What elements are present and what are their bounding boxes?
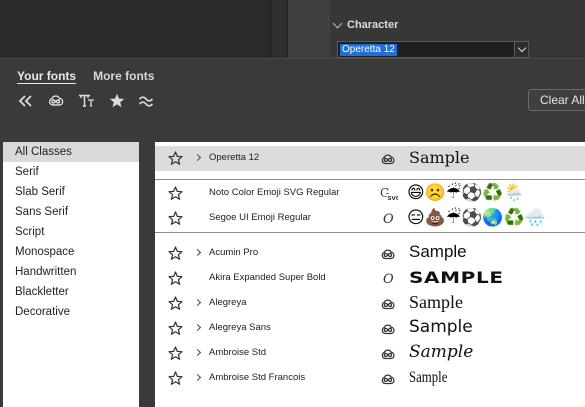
font-name: Ambroise Std Francois [209, 372, 306, 383]
opentype-svg-icon: G SVG [380, 186, 401, 202]
adobe-fonts-icon [380, 321, 396, 336]
list-gutter [139, 142, 155, 407]
font-filter-bar [18, 93, 154, 108]
font-name: Alegreya Sans [209, 322, 271, 333]
section-divider [155, 232, 585, 233]
class-item-all-classes[interactable]: All Classes [3, 142, 139, 162]
svg-text:O: O [383, 212, 394, 226]
font-name: Segoe UI Emoji Regular [209, 212, 311, 223]
font-row[interactable]: Noto Color Emoji SVG Regular G SVG 😄☹️☔⚽♻… [155, 181, 585, 206]
class-item-sans-serif[interactable]: Sans Serif [3, 202, 139, 222]
font-name: Akira Expanded Super Bold [209, 272, 326, 283]
favorite-star-icon[interactable] [168, 321, 183, 336]
font-sample: Sample [409, 317, 473, 337]
font-row[interactable]: Acumin Pro Sample [155, 241, 585, 266]
class-item-decorative[interactable]: Decorative [3, 302, 139, 322]
class-item-serif[interactable]: Serif [3, 162, 139, 182]
font-sample: Sample [409, 148, 470, 167]
opentype-icon: O [380, 211, 396, 227]
font-row[interactable]: Ambroise Std Sample [155, 341, 585, 366]
opentype-icon: O [380, 271, 396, 287]
chevron-right-icon[interactable] [193, 348, 202, 357]
favorite-star-icon[interactable] [168, 271, 183, 286]
similar-fonts-icon[interactable] [78, 94, 96, 108]
font-name: Alegreya [209, 297, 247, 308]
font-row[interactable]: Operetta 12 Sample [155, 146, 585, 171]
font-row[interactable]: Alegreya Sample [155, 291, 585, 316]
font-sample: SAMPLE [409, 268, 504, 287]
font-dropdown-button[interactable] [514, 42, 528, 57]
favorites-star-icon[interactable] [109, 93, 125, 108]
chevron-down-icon [332, 18, 343, 29]
font-family-input[interactable]: Operetta 12 [340, 44, 397, 56]
similar-shape-icon[interactable] [138, 94, 154, 108]
font-name: Noto Color Emoji SVG Regular [209, 187, 340, 198]
font-picker-popup: Your fonts More fonts Clear All All Clas… [0, 58, 585, 407]
class-item-script[interactable]: Script [3, 222, 139, 242]
character-section-header[interactable]: Character [332, 17, 399, 33]
adobe-fonts-icon [380, 346, 396, 361]
font-row[interactable]: Ambroise Std Francois Sample [155, 366, 585, 391]
chevron-right-icon[interactable] [193, 373, 202, 382]
font-row[interactable]: Akira Expanded Super Bold O SAMPLE [155, 266, 585, 291]
favorite-star-icon[interactable] [168, 246, 183, 261]
character-section-title: Character [347, 19, 399, 31]
section-divider [155, 179, 585, 180]
font-name: Operetta 12 [209, 152, 260, 163]
font-sample: Sample [409, 369, 448, 386]
chevron-right-icon[interactable] [193, 248, 202, 257]
font-row[interactable]: Alegreya Sans Sample [155, 316, 585, 341]
font-sample: 😑💩☔⚽🌏♻️🌧️ [407, 208, 546, 228]
font-name: Acumin Pro [209, 247, 259, 258]
adobe-fonts-icon [380, 296, 396, 311]
font-row[interactable]: Segoe UI Emoji Regular O 😑💩☔⚽🌏♻️🌧️ [155, 206, 585, 231]
photoshop-window: Character Operetta 12 Your fonts More fo… [0, 0, 585, 407]
favorite-star-icon[interactable] [168, 371, 183, 386]
font-name: Ambroise Std [209, 347, 267, 358]
clear-all-button[interactable]: Clear All [528, 89, 585, 111]
tab-your-fonts[interactable]: Your fonts [17, 69, 76, 85]
font-sample: 😄☹️☔⚽♻️🌦️ [407, 183, 525, 203]
svg-text:SVG: SVG [388, 196, 399, 202]
favorite-star-icon[interactable] [168, 296, 183, 311]
class-item-blackletter[interactable]: Blackletter [3, 282, 139, 302]
font-list: Operetta 12 Sample Noto Color Emoji SVG … [155, 142, 585, 407]
tab-more-fonts[interactable]: More fonts [93, 69, 154, 85]
chevron-right-icon[interactable] [193, 153, 202, 162]
svg-text:O: O [383, 272, 394, 286]
adobe-fonts-icon [380, 246, 396, 261]
collapse-icon[interactable] [18, 94, 34, 108]
class-item-handwritten[interactable]: Handwritten [3, 262, 139, 282]
creative-cloud-icon[interactable] [47, 94, 65, 108]
adobe-fonts-icon [380, 151, 396, 166]
favorite-star-icon[interactable] [168, 186, 183, 201]
favorite-star-icon[interactable] [168, 346, 183, 361]
favorite-star-icon[interactable] [168, 151, 183, 166]
favorite-star-icon[interactable] [168, 211, 183, 226]
font-classes-list: All Classes Serif Slab Serif Sans Serif … [3, 142, 139, 407]
class-item-slab-serif[interactable]: Slab Serif [3, 182, 139, 202]
chevron-right-icon[interactable] [193, 298, 202, 307]
canvas-area [0, 0, 270, 58]
chevron-right-icon[interactable] [193, 323, 202, 332]
panel-scrollbar[interactable] [270, 0, 287, 58]
adobe-fonts-icon [380, 371, 396, 386]
font-family-field[interactable]: Operetta 12 [337, 41, 529, 58]
font-sample: Sample [409, 242, 467, 261]
font-tabs: Your fonts More fonts [17, 69, 154, 85]
font-sample: Sample [409, 292, 463, 312]
class-item-monospace[interactable]: Monospace [3, 242, 139, 262]
font-sample: Sample [409, 342, 474, 362]
